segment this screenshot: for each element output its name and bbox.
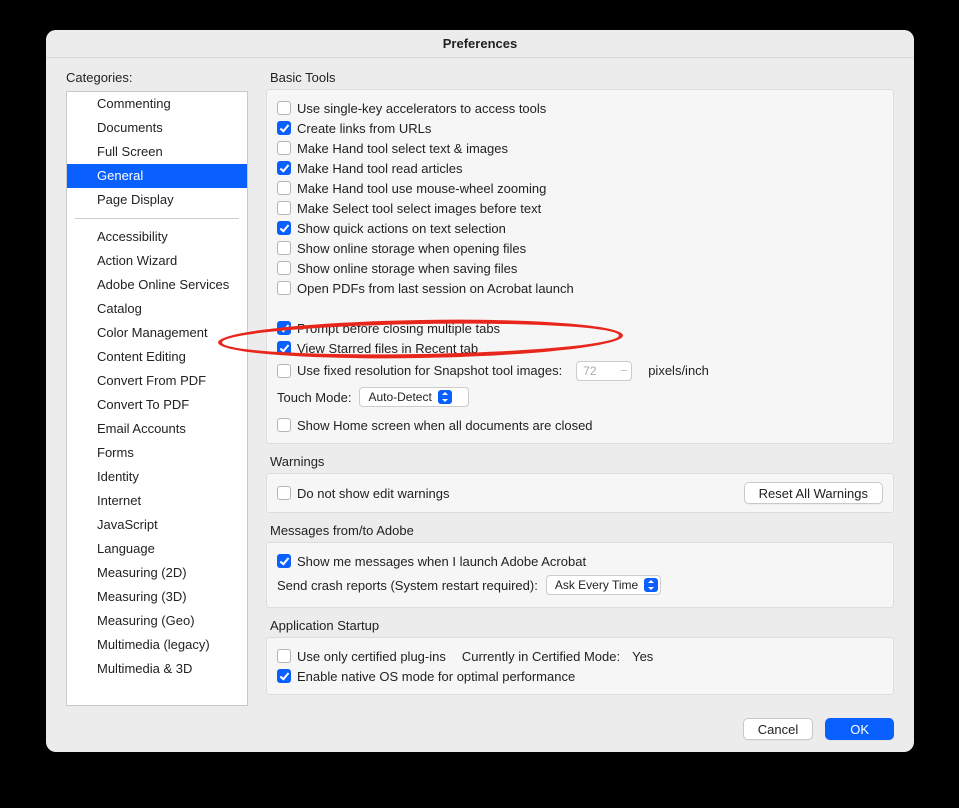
checkbox-use-single-key-accelerators-to-access-to[interactable] xyxy=(277,101,291,115)
label-open-pdfs-from-last-session-on-acrobat-l: Open PDFs from last session on Acrobat l… xyxy=(297,281,574,296)
sidebar-item-color-management[interactable]: Color Management xyxy=(67,321,247,345)
label-show-online-storage-when-opening-files: Show online storage when opening files xyxy=(297,241,526,256)
sidebar-item-email-accounts[interactable]: Email Accounts xyxy=(67,417,247,441)
checkbox-make-hand-tool-read-articles[interactable] xyxy=(277,161,291,175)
label-show-messages: Show me messages when I launch Adobe Acr… xyxy=(297,554,586,569)
preferences-window: Preferences Categories: CommentingDocume… xyxy=(46,30,914,752)
categories-list[interactable]: CommentingDocumentsFull ScreenGeneralPag… xyxy=(66,91,248,706)
checkbox-show-online-storage-when-opening-files[interactable] xyxy=(277,241,291,255)
sidebar-item-measuring-3d-[interactable]: Measuring (3D) xyxy=(67,585,247,609)
sidebar-item-adobe-online-services[interactable]: Adobe Online Services xyxy=(67,273,247,297)
categories-label: Categories: xyxy=(66,70,248,85)
label-certified-mode: Currently in Certified Mode: xyxy=(462,649,620,664)
label-fixed-resolution-snapshot: Use fixed resolution for Snapshot tool i… xyxy=(297,363,562,378)
sidebar-item-multimedia-3d[interactable]: Multimedia & 3D xyxy=(67,657,247,681)
dialog-footer: Cancel OK xyxy=(46,706,914,752)
label-snapshot-unit: pixels/inch xyxy=(648,363,709,378)
sidebar-item-measuring-2d-[interactable]: Measuring (2D) xyxy=(67,561,247,585)
sidebar-item-convert-to-pdf[interactable]: Convert To PDF xyxy=(67,393,247,417)
sidebar-item-internet[interactable]: Internet xyxy=(67,489,247,513)
chevron-updown-icon xyxy=(438,390,452,404)
label-view-starred-files-in-recent-tab: View Starred files in Recent tab xyxy=(297,341,478,356)
label-make-select-tool-select-images-before-te: Make Select tool select images before te… xyxy=(297,201,541,216)
sidebar-item-general[interactable]: General xyxy=(67,164,247,188)
section-basic-tools: Use single-key accelerators to access to… xyxy=(266,89,894,444)
section-basic-tools-title: Basic Tools xyxy=(266,70,894,89)
sidebar-item-commenting[interactable]: Commenting xyxy=(67,92,247,116)
sidebar-item-javascript[interactable]: JavaScript xyxy=(67,513,247,537)
ok-button[interactable]: OK xyxy=(825,718,894,740)
label-make-hand-tool-use-mouse-wheel-zooming: Make Hand tool use mouse-wheel zooming xyxy=(297,181,546,196)
label-native-os-mode: Enable native OS mode for optimal perfor… xyxy=(297,669,575,684)
label-create-links-from-urls: Create links from URLs xyxy=(297,121,431,136)
checkbox-do-not-show-edit-warnings[interactable] xyxy=(277,486,291,500)
checkbox-prompt-before-closing-multiple-tabs[interactable] xyxy=(277,321,291,335)
sidebar-item-multimedia-legacy-[interactable]: Multimedia (legacy) xyxy=(67,633,247,657)
window-title: Preferences xyxy=(46,30,914,58)
label-certified-plugins: Use only certified plug-ins xyxy=(297,649,446,664)
section-messages: Show me messages when I launch Adobe Acr… xyxy=(266,542,894,608)
input-snapshot-resolution[interactable] xyxy=(576,361,632,381)
label-make-hand-tool-select-text-images: Make Hand tool select text & images xyxy=(297,141,508,156)
label-make-hand-tool-read-articles: Make Hand tool read articles xyxy=(297,161,462,176)
checkbox-open-pdfs-from-last-session-on-acrobat-l[interactable] xyxy=(277,281,291,295)
sidebar-item-forms[interactable]: Forms xyxy=(67,441,247,465)
checkbox-show-quick-actions-on-text-selection[interactable] xyxy=(277,221,291,235)
sidebar-item-measuring-geo-[interactable]: Measuring (Geo) xyxy=(67,609,247,633)
checkbox-show-online-storage-when-saving-files[interactable] xyxy=(277,261,291,275)
label-use-single-key-accelerators-to-access-to: Use single-key accelerators to access to… xyxy=(297,101,546,116)
checkbox-create-links-from-urls[interactable] xyxy=(277,121,291,135)
reset-all-warnings-button[interactable]: Reset All Warnings xyxy=(744,482,883,504)
sidebar-item-action-wizard[interactable]: Action Wizard xyxy=(67,249,247,273)
sidebar-item-language[interactable]: Language xyxy=(67,537,247,561)
value-certified-mode: Yes xyxy=(632,649,653,664)
sidebar-item-convert-from-pdf[interactable]: Convert From PDF xyxy=(67,369,247,393)
sidebar-item-full-screen[interactable]: Full Screen xyxy=(67,140,247,164)
checkbox-fixed-resolution-snapshot[interactable] xyxy=(277,364,291,378)
sidebar-item-page-display[interactable]: Page Display xyxy=(67,188,247,212)
select-touch-mode-value: Auto-Detect xyxy=(368,390,431,404)
checkbox-make-hand-tool-use-mouse-wheel-zooming[interactable] xyxy=(277,181,291,195)
section-startup: Use only certified plug-ins Currently in… xyxy=(266,637,894,695)
sidebar-item-documents[interactable]: Documents xyxy=(67,116,247,140)
section-warnings-title: Warnings xyxy=(266,454,894,473)
select-crash-reports-value: Ask Every Time xyxy=(555,578,638,592)
checkbox-view-starred-files-in-recent-tab[interactable] xyxy=(277,341,291,355)
label-do-not-show-edit-warnings: Do not show edit warnings xyxy=(297,486,449,501)
label-crash-reports: Send crash reports (System restart requi… xyxy=(277,578,538,593)
chevron-updown-icon xyxy=(644,578,658,592)
checkbox-native-os-mode[interactable] xyxy=(277,669,291,683)
select-touch-mode[interactable]: Auto-Detect xyxy=(359,387,469,407)
label-show-quick-actions-on-text-selection: Show quick actions on text selection xyxy=(297,221,506,236)
label-prompt-before-closing-multiple-tabs: Prompt before closing multiple tabs xyxy=(297,321,500,336)
section-messages-title: Messages from/to Adobe xyxy=(266,523,894,542)
checkbox-show-messages[interactable] xyxy=(277,554,291,568)
section-warnings: Do not show edit warnings Reset All Warn… xyxy=(266,473,894,513)
sidebar-item-identity[interactable]: Identity xyxy=(67,465,247,489)
select-crash-reports[interactable]: Ask Every Time xyxy=(546,575,661,595)
checkbox-certified-plugins[interactable] xyxy=(277,649,291,663)
section-startup-title: Application Startup xyxy=(266,618,894,637)
sidebar-item-catalog[interactable]: Catalog xyxy=(67,297,247,321)
checkbox-make-select-tool-select-images-before-te[interactable] xyxy=(277,201,291,215)
cancel-button[interactable]: Cancel xyxy=(743,718,813,740)
sidebar-divider xyxy=(75,218,239,219)
sidebar-item-content-editing[interactable]: Content Editing xyxy=(67,345,247,369)
checkbox-show-home-screen[interactable] xyxy=(277,418,291,432)
label-show-home-screen: Show Home screen when all documents are … xyxy=(297,418,593,433)
label-touch-mode: Touch Mode: xyxy=(277,390,351,405)
label-show-online-storage-when-saving-files: Show online storage when saving files xyxy=(297,261,517,276)
sidebar-item-accessibility[interactable]: Accessibility xyxy=(67,225,247,249)
checkbox-make-hand-tool-select-text-images[interactable] xyxy=(277,141,291,155)
